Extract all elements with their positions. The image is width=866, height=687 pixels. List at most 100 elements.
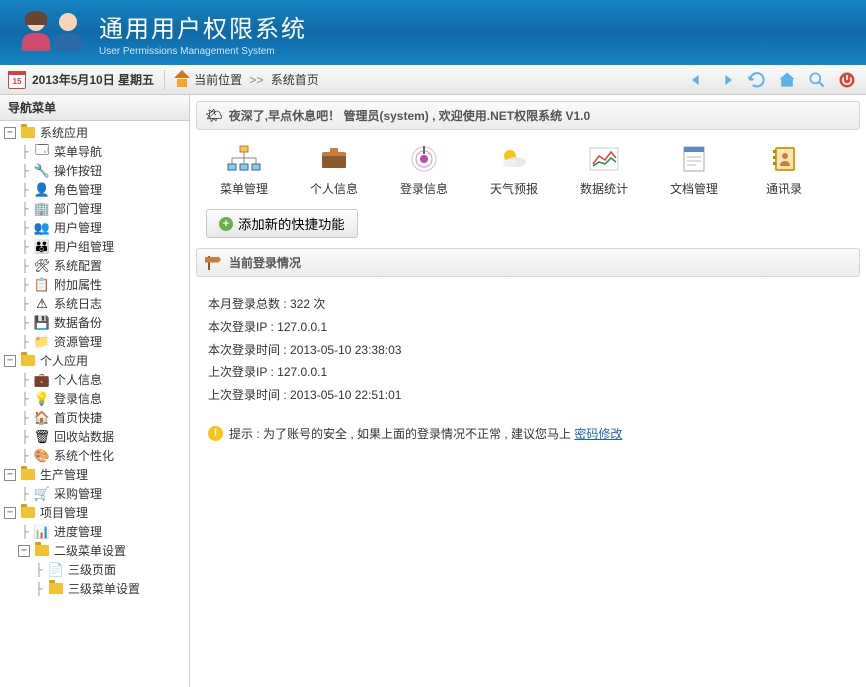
- separator: [164, 70, 165, 90]
- tree-item[interactable]: −二级菜单设置: [0, 541, 189, 560]
- menu-mgmt-icon: [226, 144, 262, 174]
- app-subtitle: User Permissions Management System: [99, 46, 307, 57]
- login-info: 本月登录总数 : 322 次 本次登录IP : 127.0.0.1 本次登录时间…: [196, 285, 860, 415]
- plus-icon: +: [219, 217, 233, 231]
- tree-item[interactable]: ├👤角色管理: [0, 180, 189, 199]
- dept-icon: 🏢: [34, 201, 50, 217]
- recycle-icon: 🗑: [34, 429, 50, 445]
- shortcut-docs[interactable]: 文档管理: [658, 144, 730, 197]
- log-icon: ⚠: [34, 296, 50, 312]
- page-icon: 📄: [48, 562, 64, 578]
- user-icon: 👥: [34, 220, 50, 236]
- weather-icon: [496, 144, 532, 174]
- tree-item[interactable]: ├💾数据备份: [0, 313, 189, 332]
- forward-button[interactable]: [716, 69, 738, 91]
- welcome-panel: 🌤 夜深了,早点休息吧！ 管理员(system) , 欢迎使用.NET权限系统 …: [196, 101, 860, 130]
- nav-tree: −系统应用├🗔菜单导航├🔧操作按钮├👤角色管理├🏢部门管理├👥用户管理├👪用户组…: [0, 121, 189, 600]
- shortcut-menu-mgmt[interactable]: 菜单管理: [208, 144, 280, 197]
- sun-icon: 🌤: [205, 107, 223, 124]
- tree-group[interactable]: −项目管理: [0, 503, 189, 522]
- tree-group[interactable]: −生产管理: [0, 465, 189, 484]
- refresh-button[interactable]: [746, 69, 768, 91]
- tree-item[interactable]: ├🗑回收站数据: [0, 427, 189, 446]
- stats-icon: [586, 144, 622, 174]
- tree-item[interactable]: ├🏠首页快捷: [0, 408, 189, 427]
- avatar-male-icon: [52, 13, 84, 53]
- tree-group[interactable]: −系统应用: [0, 123, 189, 142]
- login-panel-header: 当前登录情况: [196, 248, 860, 277]
- shortcut-personal-info[interactable]: 个人信息: [298, 144, 370, 197]
- tree-item[interactable]: ├🗔菜单导航: [0, 142, 189, 161]
- tree-item[interactable]: ├📊进度管理: [0, 522, 189, 541]
- shortcuts-grid: 菜单管理个人信息登录信息天气预报数据统计文档管理通讯录: [196, 138, 860, 209]
- tree-item[interactable]: ├📄三级页面: [0, 560, 189, 579]
- tree-toggle[interactable]: −: [4, 507, 16, 519]
- avatar-group: [20, 13, 84, 53]
- breadcrumb-current[interactable]: 系统首页: [271, 73, 319, 87]
- tree-item[interactable]: ├🏢部门管理: [0, 199, 189, 218]
- menu-icon: 🗔: [34, 144, 50, 160]
- tree-item[interactable]: ├📋附加属性: [0, 275, 189, 294]
- tree-item[interactable]: ├三级菜单设置: [0, 579, 189, 598]
- warning-icon: !: [208, 426, 223, 441]
- tree-item[interactable]: ├🎨系统个性化: [0, 446, 189, 465]
- config-icon: 🛠: [34, 258, 50, 274]
- back-button[interactable]: [686, 69, 708, 91]
- tree-toggle[interactable]: −: [4, 127, 16, 139]
- group-icon: 👪: [34, 239, 50, 255]
- calendar-icon: 15: [8, 71, 26, 89]
- folder-icon: [48, 581, 64, 597]
- home-button[interactable]: [776, 69, 798, 91]
- avatar-female-icon: [20, 13, 52, 53]
- sidebar: 导航菜单 −系统应用├🗔菜单导航├🔧操作按钮├👤角色管理├🏢部门管理├👥用户管理…: [0, 95, 190, 687]
- tree-item[interactable]: ├👥用户管理: [0, 218, 189, 237]
- personal-info-icon: [316, 144, 352, 174]
- folder-icon: [34, 543, 50, 559]
- docs-icon: [676, 144, 712, 174]
- tree-item[interactable]: ├📁资源管理: [0, 332, 189, 351]
- contacts-icon: [766, 144, 802, 174]
- theme-icon: 🎨: [34, 448, 50, 464]
- tree-item[interactable]: ├🛠系统配置: [0, 256, 189, 275]
- tree-item[interactable]: ├🔧操作按钮: [0, 161, 189, 180]
- sidebar-header: 导航菜单: [0, 95, 189, 121]
- home-icon: [175, 73, 189, 87]
- security-hint: ! 提示 : 为了账号的安全 , 如果上面的登录情况不正常 , 建议您马上 密码…: [196, 415, 860, 452]
- date-text: 2013年5月10日 星期五: [32, 71, 154, 88]
- tree-toggle[interactable]: −: [4, 469, 16, 481]
- tree-toggle[interactable]: −: [4, 355, 16, 367]
- content-area: 🌤 夜深了,早点休息吧！ 管理员(system) , 欢迎使用.NET权限系统 …: [190, 95, 866, 687]
- login-icon: 💡: [34, 391, 50, 407]
- breadcrumb: 当前位置 >> 系统首页: [194, 71, 319, 88]
- tree-toggle[interactable]: −: [18, 545, 30, 557]
- resource-icon: 📁: [34, 334, 50, 350]
- button-icon: 🔧: [34, 163, 50, 179]
- login-info-icon: [406, 144, 442, 174]
- power-button[interactable]: [836, 69, 858, 91]
- tree-item[interactable]: ├🛒采购管理: [0, 484, 189, 503]
- change-password-link[interactable]: 密码修改: [574, 427, 622, 441]
- shortcut-login-info[interactable]: 登录信息: [388, 144, 460, 197]
- backup-icon: 💾: [34, 315, 50, 331]
- welcome-text: 夜深了,早点休息吧！ 管理员(system) , 欢迎使用.NET权限系统 V1…: [229, 107, 590, 124]
- tree-item[interactable]: ├👪用户组管理: [0, 237, 189, 256]
- role-icon: 👤: [34, 182, 50, 198]
- tree-item[interactable]: ├💡登录信息: [0, 389, 189, 408]
- tree-item[interactable]: ├💼个人信息: [0, 370, 189, 389]
- shortcut-contacts[interactable]: 通讯录: [748, 144, 820, 197]
- app-header: 通用用户权限系统 User Permissions Management Sys…: [0, 0, 866, 65]
- app-title: 通用用户权限系统: [99, 9, 307, 44]
- shortcut-stats[interactable]: 数据统计: [568, 144, 640, 197]
- search-button[interactable]: [806, 69, 828, 91]
- signpost-icon: [205, 256, 223, 270]
- add-shortcut-button[interactable]: + 添加新的快捷功能: [206, 209, 358, 238]
- shortcut-weather[interactable]: 天气预报: [478, 144, 550, 197]
- shortcut-icon: 🏠: [34, 410, 50, 426]
- personal-icon: 💼: [34, 372, 50, 388]
- tree-group[interactable]: −个人应用: [0, 351, 189, 370]
- purchase-icon: 🛒: [34, 486, 50, 502]
- tree-item[interactable]: ├⚠系统日志: [0, 294, 189, 313]
- attr-icon: 📋: [34, 277, 50, 293]
- toolbar: 15 2013年5月10日 星期五 当前位置 >> 系统首页: [0, 65, 866, 95]
- progress-icon: 📊: [34, 524, 50, 540]
